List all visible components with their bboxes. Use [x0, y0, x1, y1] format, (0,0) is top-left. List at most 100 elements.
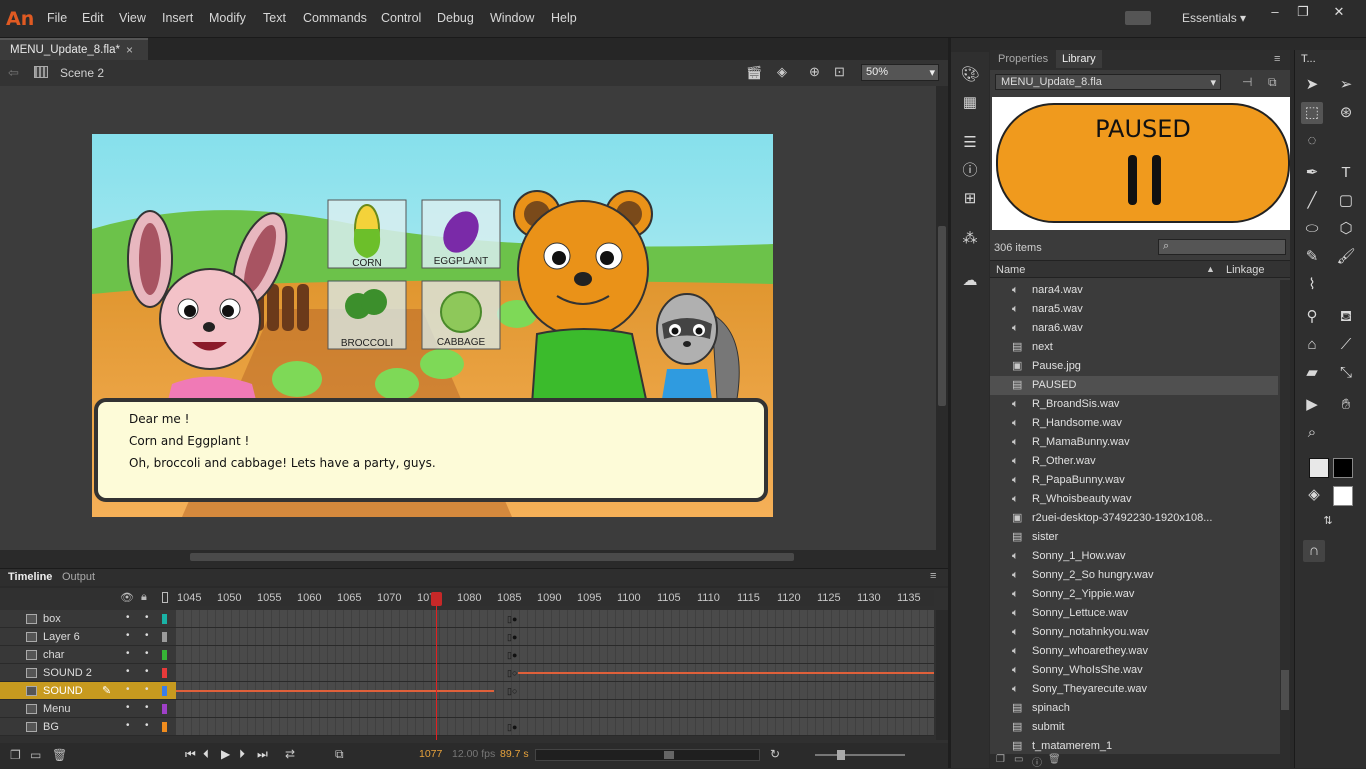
library-item[interactable]: ▤ sister: [990, 528, 1278, 547]
close-icon[interactable]: ✕: [1328, 4, 1350, 20]
layer-color-swatch[interactable]: [162, 686, 167, 696]
snap-to-objects-icon[interactable]: ∩: [1303, 540, 1325, 562]
go-to-last-frame-icon[interactable]: ⏭: [257, 747, 268, 762]
layer-row[interactable]: SOUND 2 • •: [0, 664, 176, 682]
layer-color-swatch[interactable]: [162, 614, 167, 624]
layer-lock-dot[interactable]: •: [145, 720, 149, 731]
layer-frames[interactable]: ▯●: [176, 646, 934, 664]
layer-visibility-dot[interactable]: •: [126, 630, 130, 641]
layer-color-swatch[interactable]: [162, 650, 167, 660]
menu-commands[interactable]: Commands: [303, 11, 367, 25]
library-item[interactable]: 🔈︎ R_Handsome.wav: [990, 414, 1278, 433]
paint-bucket-tool-icon[interactable]: ⛾: [1335, 306, 1357, 328]
layer-frames[interactable]: ▯●: [176, 628, 934, 646]
layer-lock-dot[interactable]: •: [145, 702, 149, 713]
outline-icon[interactable]: [162, 592, 168, 603]
onion-skin-icon[interactable]: ⧉: [335, 747, 344, 762]
menu-file[interactable]: File: [47, 11, 67, 25]
step-forward-icon[interactable]: ⏵: [239, 747, 245, 762]
library-item[interactable]: ▤ PAUSED: [990, 376, 1278, 395]
library-item[interactable]: 🔈︎ R_PapaBunny.wav: [990, 471, 1278, 490]
keyframe-marker[interactable]: ▯●: [507, 650, 517, 661]
ink-bottle-tool-icon[interactable]: ⌂: [1301, 334, 1323, 356]
tab-library[interactable]: Library: [1056, 50, 1102, 68]
close-tab-icon[interactable]: ×: [126, 43, 133, 57]
layer-visibility-dot[interactable]: •: [126, 702, 130, 713]
subselection-tool-icon[interactable]: ➢: [1335, 74, 1357, 96]
step-back-icon[interactable]: ⏴: [203, 747, 209, 762]
workspace-switcher[interactable]: Essentials ▾: [1182, 11, 1246, 25]
align-icon[interactable]: ☰: [959, 132, 981, 154]
playhead-marker[interactable]: [431, 592, 442, 606]
play-icon[interactable]: ▶: [221, 747, 230, 761]
eyedropper-tool-icon[interactable]: ⟋: [1335, 334, 1357, 356]
stage-canvas[interactable]: CORN EGGPLANT BROCCOLI CABBAGE Dear me !…: [92, 134, 773, 517]
hand-tool-icon[interactable]: ✋︎: [1335, 394, 1357, 416]
playhead[interactable]: [436, 592, 437, 740]
scroll-thumb[interactable]: [1281, 670, 1289, 710]
layer-visibility-dot[interactable]: •: [126, 612, 130, 623]
zoom-select[interactable]: 50% ▾: [861, 64, 939, 81]
layer-visibility-dot[interactable]: •: [126, 666, 130, 677]
layer-lock-dot[interactable]: •: [145, 612, 149, 623]
sort-ascending-icon[interactable]: ▲: [1206, 264, 1215, 274]
frame-rate[interactable]: 12.00 fps: [452, 748, 495, 760]
loop-icon[interactable]: ⇄: [285, 747, 295, 761]
components-icon[interactable]: ⁂: [959, 228, 981, 250]
menu-edit[interactable]: Edit: [82, 11, 104, 25]
column-linkage[interactable]: Linkage: [1226, 264, 1265, 276]
pen-tool-icon[interactable]: ✒: [1301, 162, 1323, 184]
back-arrow-icon[interactable]: ⇦: [8, 65, 19, 81]
document-tab[interactable]: MENU_Update_8.fla* ×: [0, 38, 148, 60]
bone-tool-icon[interactable]: ⚲: [1301, 306, 1323, 328]
menu-modify[interactable]: Modify: [209, 11, 246, 25]
line-tool-icon[interactable]: ╱: [1301, 190, 1323, 212]
layer-lock-dot[interactable]: •: [145, 666, 149, 677]
layer-color-swatch[interactable]: [162, 632, 167, 642]
layer-color-swatch[interactable]: [162, 722, 167, 732]
library-item[interactable]: 🔈︎ R_Whoisbeauty.wav: [990, 490, 1278, 509]
menu-help[interactable]: Help: [551, 11, 577, 25]
layer-visibility-dot[interactable]: •: [126, 720, 130, 731]
eraser-tool-icon[interactable]: ▰: [1301, 362, 1323, 384]
layer-color-swatch[interactable]: [162, 668, 167, 678]
swap-colors-icon[interactable]: ⇅: [1317, 510, 1339, 532]
keyframe-marker[interactable]: ▯●: [507, 632, 517, 643]
brush-tool-icon[interactable]: ⌇: [1301, 274, 1323, 296]
menu-debug[interactable]: Debug: [437, 11, 474, 25]
grid-icon[interactable]: ▦: [959, 92, 981, 114]
stroke-color-swatch[interactable]: [1309, 458, 1329, 478]
3d-rotation-tool-icon[interactable]: ⊛: [1335, 102, 1357, 124]
paint-brush-tool-icon[interactable]: 🖌︎: [1335, 246, 1357, 268]
layer-row[interactable]: BG • •: [0, 718, 176, 736]
timeline-ruler[interactable]: 1045 1050 1055 1060 1065 1070 1075 1080 1085 1090…: [176, 590, 934, 606]
layer-color-swatch[interactable]: [162, 704, 167, 714]
library-item[interactable]: 🔈︎ Sonny_1_How.wav: [990, 547, 1278, 566]
keyframe-marker[interactable]: ▯●: [507, 614, 517, 625]
library-item[interactable]: 🔈︎ nara5.wav: [990, 300, 1278, 319]
palette-icon[interactable]: 🎨︎: [959, 64, 981, 86]
free-transform-tool-icon[interactable]: ⬚: [1301, 102, 1323, 124]
library-item[interactable]: 🔈︎ nara4.wav: [990, 281, 1278, 300]
scroll-thumb[interactable]: [190, 553, 794, 561]
menu-text[interactable]: Text: [263, 11, 286, 25]
eye-icon[interactable]: 👁︎: [120, 591, 134, 604]
selection-tool-icon[interactable]: ➤: [1301, 74, 1323, 96]
stage-horizontal-scrollbar[interactable]: [0, 550, 936, 564]
menu-window[interactable]: Window: [490, 11, 534, 25]
layer-row[interactable]: box • •: [0, 610, 176, 628]
layer-frames[interactable]: ▯○: [176, 682, 934, 700]
tab-properties[interactable]: Properties: [992, 53, 1054, 65]
library-item[interactable]: 🔈︎ Sonny_2_Yippie.wav: [990, 585, 1278, 604]
pin-icon[interactable]: ⊣: [1242, 75, 1252, 89]
zoom-tool-icon[interactable]: ⌕: [1301, 422, 1323, 444]
layer-row[interactable]: Menu • •: [0, 700, 176, 718]
library-item[interactable]: 🔈︎ R_BroandSis.wav: [990, 395, 1278, 414]
minimize-icon[interactable]: ‒: [1264, 4, 1286, 20]
delete-icon[interactable]: 🗑︎: [1048, 754, 1061, 765]
library-item[interactable]: 🔈︎ Sonny_2_So hungry.wav: [990, 566, 1278, 585]
library-item[interactable]: 🔈︎ Sonny_WhoIsShe.wav: [990, 661, 1278, 680]
library-item[interactable]: ▤ submit: [990, 718, 1278, 737]
layer-row[interactable]: char • •: [0, 646, 176, 664]
layer-lock-dot[interactable]: •: [145, 648, 149, 659]
